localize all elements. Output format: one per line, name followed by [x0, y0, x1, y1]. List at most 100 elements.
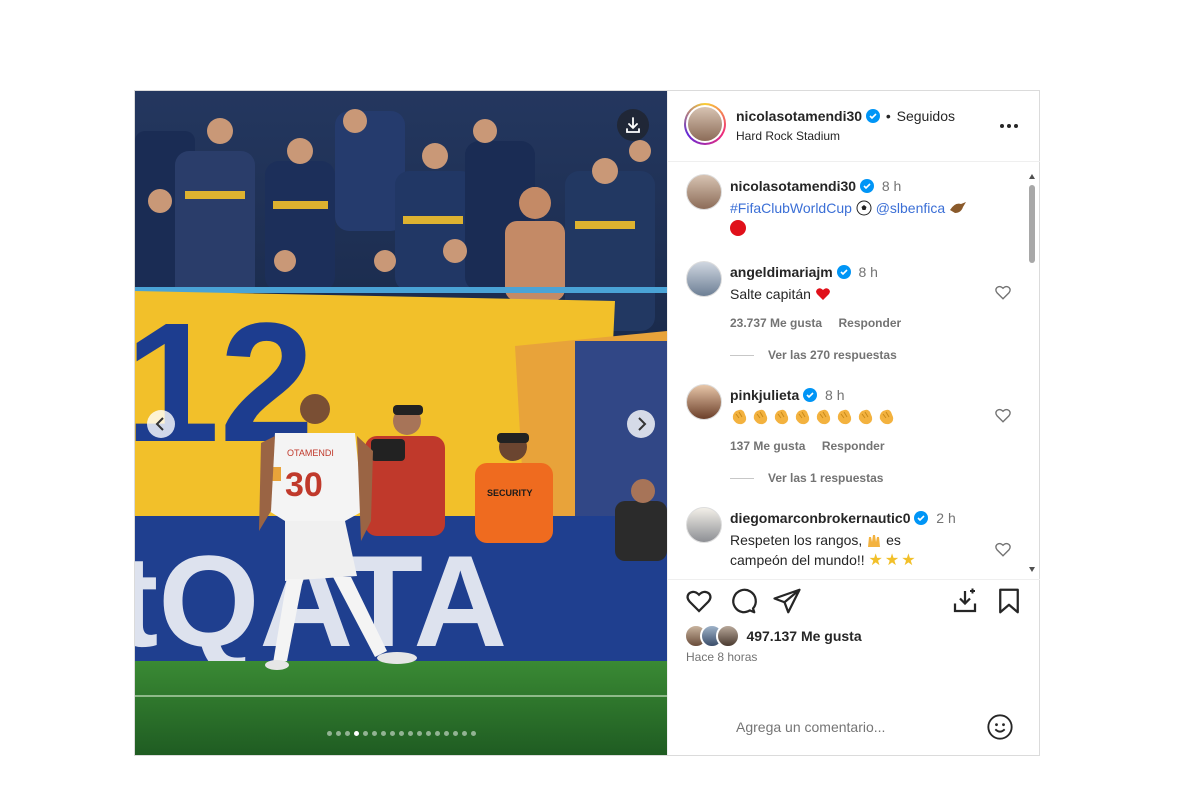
- carousel-dot: [380, 731, 386, 736]
- download-button[interactable]: [617, 109, 649, 141]
- emoji-button[interactable]: [986, 713, 1014, 741]
- carousel-dot: [407, 731, 413, 736]
- verified-icon: [865, 109, 880, 126]
- carousel-dot: [425, 731, 431, 736]
- carousel-dot: [470, 731, 476, 736]
- comment-likes[interactable]: 137 Me gusta: [730, 439, 805, 453]
- comment-avatar[interactable]: [686, 261, 722, 297]
- carousel-dot: [335, 731, 341, 736]
- comment-button[interactable]: [728, 586, 758, 616]
- more-options-button[interactable]: [998, 115, 1020, 137]
- scrollbar-track: [1029, 174, 1035, 572]
- carousel-dot: [416, 731, 422, 736]
- carousel-dot: [389, 731, 395, 736]
- hashtag-link[interactable]: #FifaClubWorldCup: [730, 200, 852, 216]
- add-comment-bar: [668, 699, 1040, 755]
- view-replies-button[interactable]: Ver las 1 respuestas: [730, 471, 883, 485]
- security-label: SECURITY: [487, 488, 533, 498]
- clap-emoji: [751, 409, 769, 425]
- post-sidebar: nicolasotamendi30 • Seguidos Hard Rock S…: [667, 91, 1040, 755]
- view-replies-button[interactable]: Ver las 270 respuestas: [730, 348, 897, 362]
- chevron-left-icon: [155, 417, 164, 431]
- more-horizontal-icon: [1000, 124, 1018, 128]
- comment-likes[interactable]: 23.737 Me gusta: [730, 316, 822, 330]
- clap-emoji: [730, 409, 748, 425]
- clap-emoji: [772, 409, 790, 425]
- comment-time: 2 h: [936, 510, 956, 526]
- bookmark-icon: [999, 588, 1019, 614]
- like-comment-button[interactable]: [994, 406, 1012, 429]
- jersey-number: 30: [285, 466, 323, 504]
- likes-row[interactable]: 497.137 Me gusta: [684, 624, 862, 648]
- download-icon: [626, 117, 640, 133]
- follow-separator: •: [885, 108, 891, 124]
- carousel-dot: [443, 731, 449, 736]
- comment-input[interactable]: [734, 715, 968, 739]
- heart-outline-icon: [686, 590, 712, 613]
- reply-button[interactable]: Responder: [839, 316, 902, 330]
- carousel-dot: [353, 731, 359, 736]
- soccer-ball-emoji: [856, 200, 872, 216]
- mention-link[interactable]: @slbenfica: [876, 200, 945, 216]
- post-header: nicolasotamendi30 • Seguidos Hard Rock S…: [668, 91, 1040, 162]
- post-age: Hace 8 horas: [686, 650, 758, 664]
- reply-button[interactable]: Responder: [822, 439, 885, 453]
- comment-avatar[interactable]: [686, 384, 722, 420]
- stars-emoji: ★★★: [868, 552, 918, 569]
- author-username[interactable]: nicolasotamendi30: [736, 108, 862, 124]
- replies-line: [730, 478, 754, 480]
- clap-emoji: [877, 409, 895, 425]
- verified-icon: [914, 510, 929, 530]
- comment-avatar[interactable]: [686, 507, 722, 543]
- emoji-smile-icon: [987, 714, 1013, 740]
- next-image-button[interactable]: [627, 410, 655, 438]
- clap-emoji: [814, 409, 832, 425]
- verified-icon: [803, 387, 818, 407]
- clap-emoji: [793, 409, 811, 425]
- like-button[interactable]: [684, 586, 714, 616]
- liker-avatar: [716, 624, 740, 648]
- comments-scrollbar[interactable]: [1028, 173, 1036, 573]
- view-replies-label: Ver las 1 respuestas: [768, 471, 884, 485]
- like-comment-button[interactable]: [994, 283, 1012, 306]
- comments-list[interactable]: nicolasotamendi30 8 h #FifaClubWorldCup …: [668, 162, 1040, 578]
- comment-text: es: [886, 532, 901, 548]
- caption-time: 8 h: [881, 178, 902, 194]
- like-comment-button[interactable]: [994, 540, 1012, 563]
- author-avatar[interactable]: [684, 103, 726, 145]
- likes-count[interactable]: 497.137 Me gusta: [746, 628, 861, 644]
- download-save-icon: [953, 588, 977, 613]
- post-image[interactable]: 12 tQATA SECURITY OTAMENDI 30: [135, 91, 667, 755]
- caption-username[interactable]: nicolasotamendi30: [730, 178, 856, 194]
- verified-icon: [836, 264, 851, 284]
- post-location[interactable]: Hard Rock Stadium: [736, 129, 840, 143]
- red-circle-emoji: [730, 220, 746, 236]
- carousel-dot: [371, 731, 377, 736]
- caption: nicolasotamendi30 8 h #FifaClubWorldCup …: [730, 176, 1020, 238]
- comment-item: diegomarconbrokernautic0 2 h Respeten lo…: [730, 508, 990, 571]
- replies-line: [730, 355, 754, 357]
- chevron-right-icon: [638, 417, 647, 431]
- paper-plane-icon: [773, 588, 801, 614]
- follow-status[interactable]: Seguidos: [897, 108, 955, 124]
- heart-outline-icon: [995, 408, 1011, 423]
- comment-username[interactable]: angeldimariajm: [730, 264, 833, 280]
- eagle-emoji: [949, 200, 967, 216]
- carousel-dot: [461, 731, 467, 736]
- comment-username[interactable]: pinkjulieta: [730, 387, 799, 403]
- carousel-indicator: [135, 723, 667, 741]
- view-replies-label: Ver las 270 respuestas: [768, 348, 897, 362]
- comment-text: campeón del mundo!!: [730, 552, 865, 568]
- comment-time: 8 h: [858, 264, 878, 280]
- caption-avatar[interactable]: [686, 174, 722, 210]
- share-button[interactable]: [772, 586, 802, 616]
- comment-time: 8 h: [825, 387, 845, 403]
- carousel-dot: [434, 731, 440, 736]
- carousel-dot: [326, 731, 332, 736]
- bookmark-button[interactable]: [994, 586, 1024, 616]
- prev-image-button[interactable]: [147, 410, 175, 438]
- save-download-button[interactable]: [950, 586, 980, 616]
- comment-username[interactable]: diegomarconbrokernautic0: [730, 510, 911, 526]
- carousel-dot: [362, 731, 368, 736]
- instagram-post: 12 tQATA SECURITY OTAMENDI 30 nicolasota…: [134, 90, 1040, 756]
